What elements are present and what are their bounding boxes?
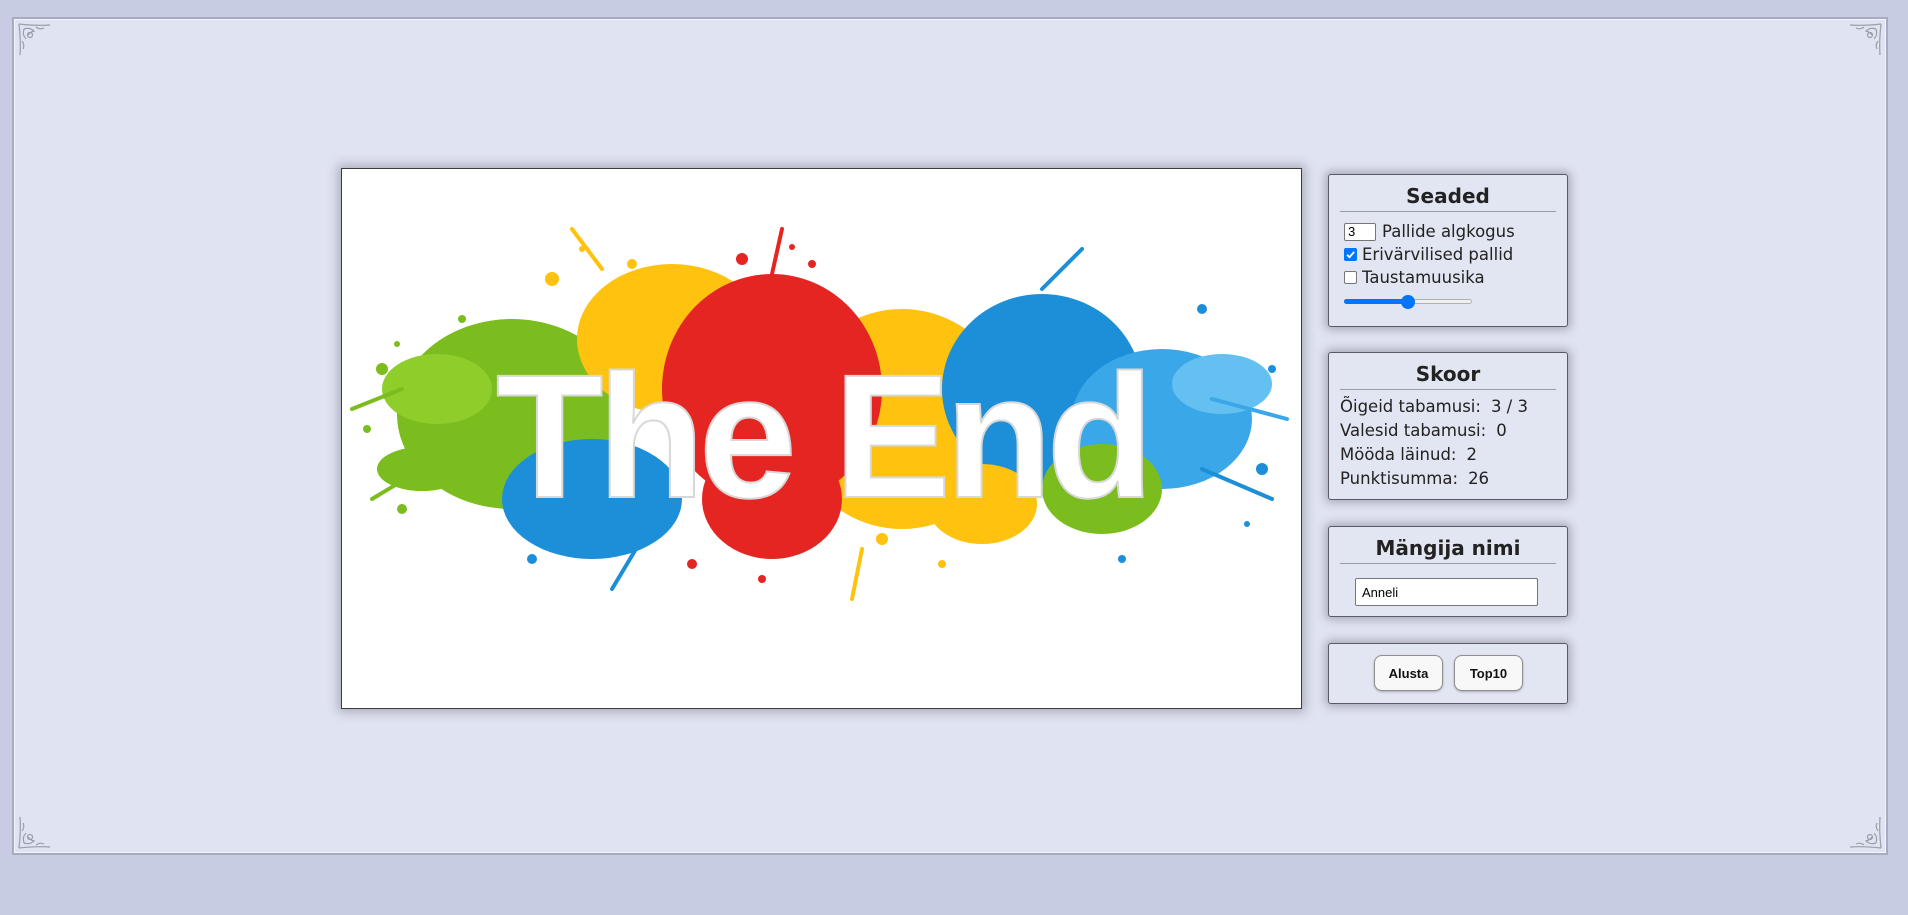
corner-ornament-icon <box>16 21 62 67</box>
the-end-image: The End <box>350 227 1289 601</box>
correct-hits-value: 3 / 3 <box>1490 396 1528 416</box>
missed-label: Mööda läinud: <box>1340 444 1457 464</box>
total-points-label: Punktisumma: <box>1340 468 1459 488</box>
the-end-text: The End <box>496 339 1148 535</box>
settings-panel: Seaded Pallide algkogus Erivärvilised pa… <box>1328 174 1568 327</box>
volume-slider-fill <box>1344 299 1408 304</box>
corner-ornament-icon <box>1838 805 1884 851</box>
total-points-value: 26 <box>1468 468 1490 488</box>
corner-ornament-icon <box>16 805 62 851</box>
ball-count-label: Pallide algkogus <box>1382 222 1515 241</box>
volume-slider-thumb[interactable] <box>1401 295 1415 309</box>
wrong-hits-value: 0 <box>1496 420 1507 440</box>
player-name-panel: Mängija nimi <box>1328 526 1568 617</box>
check-icon <box>1346 251 1355 259</box>
wrong-hits-label: Valesid tabamusi: <box>1340 420 1487 440</box>
volume-slider[interactable] <box>1344 293 1472 309</box>
music-checkbox[interactable] <box>1344 271 1357 284</box>
player-name-title: Mängija nimi <box>1340 527 1556 564</box>
score-title: Skoor <box>1340 353 1556 390</box>
colorful-balls-checkbox[interactable] <box>1344 248 1357 261</box>
player-name-input[interactable] <box>1355 578 1538 606</box>
ball-count-input[interactable] <box>1344 222 1376 241</box>
missed-value: 2 <box>1466 444 1477 464</box>
colorful-balls-label: Erivärvilised pallid <box>1362 245 1514 264</box>
game-canvas[interactable]: The End <box>341 168 1302 709</box>
settings-title: Seaded <box>1340 175 1556 212</box>
buttons-panel: Alusta Top10 <box>1328 643 1568 704</box>
corner-ornament-icon <box>1838 21 1884 67</box>
music-label: Taustamuusika <box>1362 268 1485 287</box>
correct-hits-label: Õigeid tabamusi: <box>1340 396 1481 416</box>
start-button[interactable]: Alusta <box>1374 655 1443 691</box>
score-panel: Skoor Õigeid tabamusi: 3 / 3 Valesid taba… <box>1328 352 1568 500</box>
top10-button[interactable]: Top10 <box>1454 655 1523 691</box>
